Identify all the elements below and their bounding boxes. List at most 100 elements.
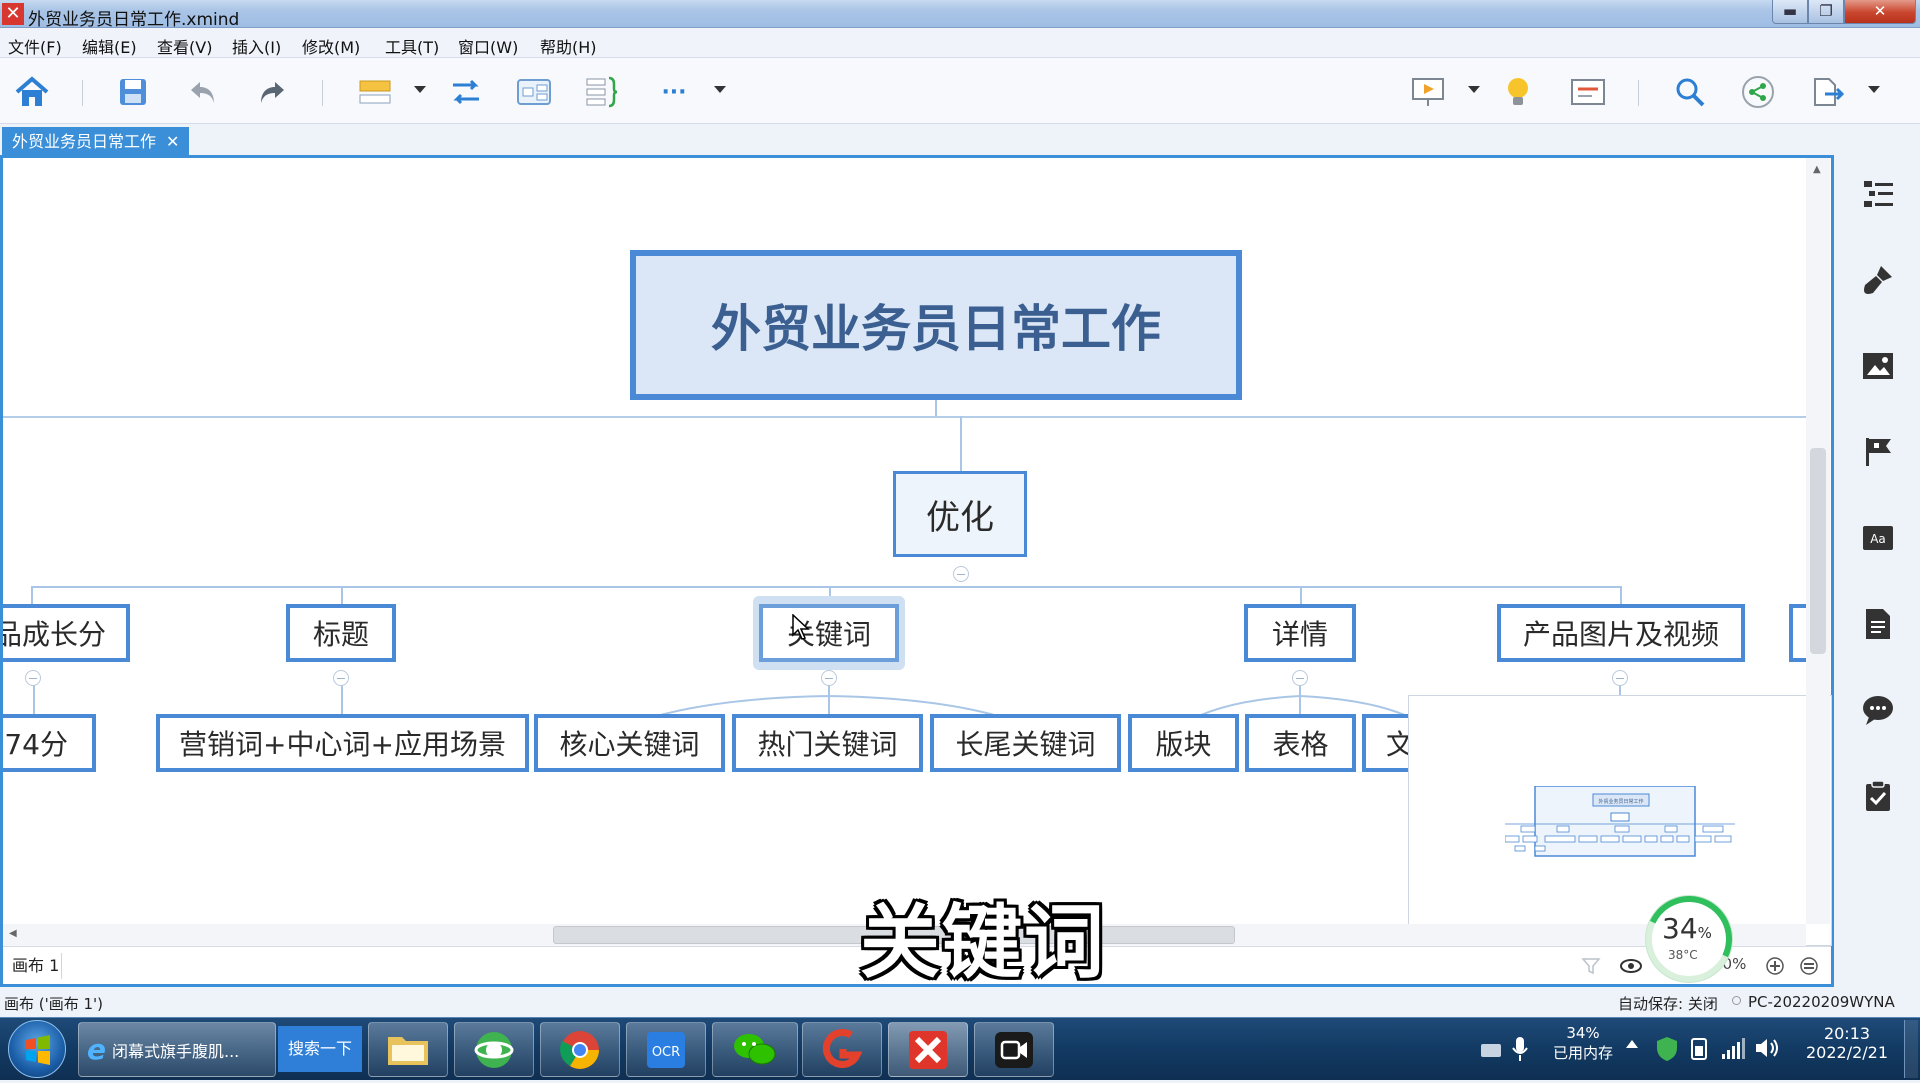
scroll-up-icon[interactable]: ▲ xyxy=(1813,164,1821,175)
volume-icon[interactable] xyxy=(1754,1036,1780,1060)
battery-icon[interactable] xyxy=(1688,1036,1710,1062)
security-shield-icon[interactable] xyxy=(1656,1036,1678,1062)
collapse-toggle-icon[interactable] xyxy=(953,566,969,582)
menu-file[interactable]: 文件(F) xyxy=(8,34,62,58)
svg-text:OCR: OCR xyxy=(652,1045,680,1060)
undo-icon[interactable] xyxy=(183,72,223,112)
subtopic-score[interactable]: 品成长分 xyxy=(3,604,130,662)
taskbar-wechat[interactable] xyxy=(712,1022,798,1077)
format-brush-icon[interactable] xyxy=(1861,263,1895,297)
tab-close-icon[interactable]: ✕ xyxy=(166,127,179,156)
taskbar-chrome[interactable] xyxy=(540,1022,620,1077)
zoom-in-icon[interactable] xyxy=(1765,956,1785,976)
task-clipboard-icon[interactable] xyxy=(1861,779,1895,813)
connection-dot-icon xyxy=(1732,996,1741,1005)
zoom-menu-icon[interactable] xyxy=(1799,956,1819,976)
taskbar-red-app[interactable] xyxy=(802,1022,882,1077)
search-icon[interactable] xyxy=(1670,72,1710,112)
start-button[interactable] xyxy=(8,1020,66,1078)
menu-window[interactable]: 窗口(W) xyxy=(458,34,518,58)
subtopic-keyword[interactable]: 关键词 xyxy=(759,604,899,662)
topic-dropdown-icon[interactable] xyxy=(414,86,426,93)
text-style-icon[interactable]: Aa xyxy=(1861,521,1895,555)
taskbar-recorder[interactable] xyxy=(974,1022,1054,1077)
outline-icon[interactable] xyxy=(1568,72,1608,112)
windows-taskbar: e 闭幕式旗手腹肌... 搜索一下 OCR 34% 已用内存 20:13 202… xyxy=(0,1017,1920,1080)
minimap-panel[interactable]: 外贸业务员日常工作 xyxy=(1408,695,1832,946)
export-dropdown-icon[interactable] xyxy=(1868,86,1880,93)
home-icon[interactable] xyxy=(12,72,52,112)
topic-icon[interactable] xyxy=(355,72,395,112)
save-icon[interactable] xyxy=(113,72,153,112)
subtopic-details[interactable]: 详情 xyxy=(1244,604,1356,662)
menu-modify[interactable]: 修改(M) xyxy=(302,34,360,58)
notes-icon[interactable] xyxy=(1861,607,1895,641)
perf-percent: 34% xyxy=(1662,912,1712,945)
more-icon[interactable]: ··· xyxy=(654,72,694,112)
leaf-marketing-words[interactable]: 营销词+中心词+应用场景 xyxy=(156,714,529,772)
image-icon[interactable] xyxy=(1861,349,1895,383)
relationship-icon[interactable] xyxy=(446,72,486,112)
subtopic-title[interactable]: 标题 xyxy=(286,604,396,662)
share-icon[interactable] xyxy=(1738,72,1778,112)
leaf-table[interactable]: 表格 xyxy=(1245,714,1356,772)
leaf-hot-keywords[interactable]: 热门关键词 xyxy=(732,714,923,772)
marker-flag-icon[interactable] xyxy=(1861,435,1895,469)
outline-list-icon[interactable] xyxy=(1861,177,1895,211)
presentation-icon[interactable] xyxy=(1408,72,1448,112)
scroll-left-icon[interactable]: ◀ xyxy=(9,928,17,939)
microphone-icon[interactable] xyxy=(1512,1036,1528,1062)
keyboard-icon[interactable] xyxy=(1480,1040,1502,1060)
memory-usage[interactable]: 34% 已用内存 xyxy=(1548,1024,1618,1063)
show-hidden-icons-icon[interactable] xyxy=(1626,1040,1638,1048)
menu-edit[interactable]: 编辑(E) xyxy=(82,34,137,58)
idea-icon[interactable] xyxy=(1498,72,1538,112)
show-desktop-button[interactable] xyxy=(1904,1020,1918,1078)
vertical-scroll-thumb[interactable] xyxy=(1810,448,1826,654)
collapse-toggle-icon[interactable] xyxy=(1292,670,1308,686)
menu-tools[interactable]: 工具(T) xyxy=(385,34,439,58)
comments-icon[interactable] xyxy=(1861,693,1895,727)
export-icon[interactable] xyxy=(1808,72,1848,112)
network-signal-icon[interactable] xyxy=(1720,1036,1746,1060)
leaf-long-tail-keywords[interactable]: 长尾关键词 xyxy=(930,714,1121,772)
filter-icon[interactable] xyxy=(1581,956,1601,976)
minimize-button[interactable]: ▬ xyxy=(1772,0,1808,24)
subtopic-product-images-video[interactable]: 产品图片及视频 xyxy=(1497,604,1745,662)
close-window-button[interactable]: ✕ xyxy=(1844,0,1916,24)
collapse-toggle-icon[interactable] xyxy=(821,670,837,686)
maximize-button[interactable]: ❐ xyxy=(1808,0,1844,24)
collapse-toggle-icon[interactable] xyxy=(1612,670,1628,686)
taskbar-360-browser[interactable] xyxy=(454,1022,534,1077)
eye-icon[interactable] xyxy=(1619,956,1643,976)
menu-view[interactable]: 查看(V) xyxy=(157,34,212,58)
redo-icon[interactable] xyxy=(252,72,292,112)
taskbar-xmind[interactable] xyxy=(888,1022,968,1077)
autosave-status[interactable]: 自动保存: 关闭 xyxy=(1618,993,1718,1014)
leaf-core-keywords[interactable]: 核心关键词 xyxy=(534,714,725,772)
tab-document[interactable]: 外贸业务员日常工作 ✕ xyxy=(2,127,190,156)
collapse-toggle-icon[interactable] xyxy=(25,670,41,686)
main-topic-optimize[interactable]: 优化 xyxy=(893,471,1027,557)
boundary-icon[interactable] xyxy=(514,72,554,112)
leaf-74-score[interactable]: 74分 xyxy=(3,714,96,772)
sheet-tab[interactable]: 画布 1 xyxy=(6,953,62,979)
taskbar-ie-window[interactable]: e 闭幕式旗手腹肌... xyxy=(78,1022,276,1077)
taskbar-explorer[interactable] xyxy=(368,1022,448,1077)
menu-insert[interactable]: 插入(I) xyxy=(232,34,281,58)
clock[interactable]: 20:13 2022/2/21 xyxy=(1792,1024,1902,1062)
search-button[interactable]: 搜索一下 xyxy=(278,1026,362,1072)
menu-help[interactable]: 帮助(H) xyxy=(540,34,597,58)
performance-widget[interactable]: 34% 38°C xyxy=(1633,883,1745,995)
collapse-toggle-icon[interactable] xyxy=(333,670,349,686)
central-topic[interactable]: 外贸业务员日常工作 xyxy=(630,250,1242,400)
app-g-icon xyxy=(822,1028,863,1068)
summary-icon[interactable] xyxy=(582,72,622,112)
more-dropdown-icon[interactable] xyxy=(714,86,726,93)
ie-icon: e xyxy=(87,1033,106,1066)
clock-date: 2022/2/21 xyxy=(1805,1043,1889,1062)
taskbar-ocr[interactable]: OCR xyxy=(626,1022,706,1077)
leaf-section[interactable]: 版块 xyxy=(1128,714,1239,772)
vertical-scrollbar[interactable]: ▲ xyxy=(1806,158,1830,924)
presentation-dropdown-icon[interactable] xyxy=(1468,86,1480,93)
